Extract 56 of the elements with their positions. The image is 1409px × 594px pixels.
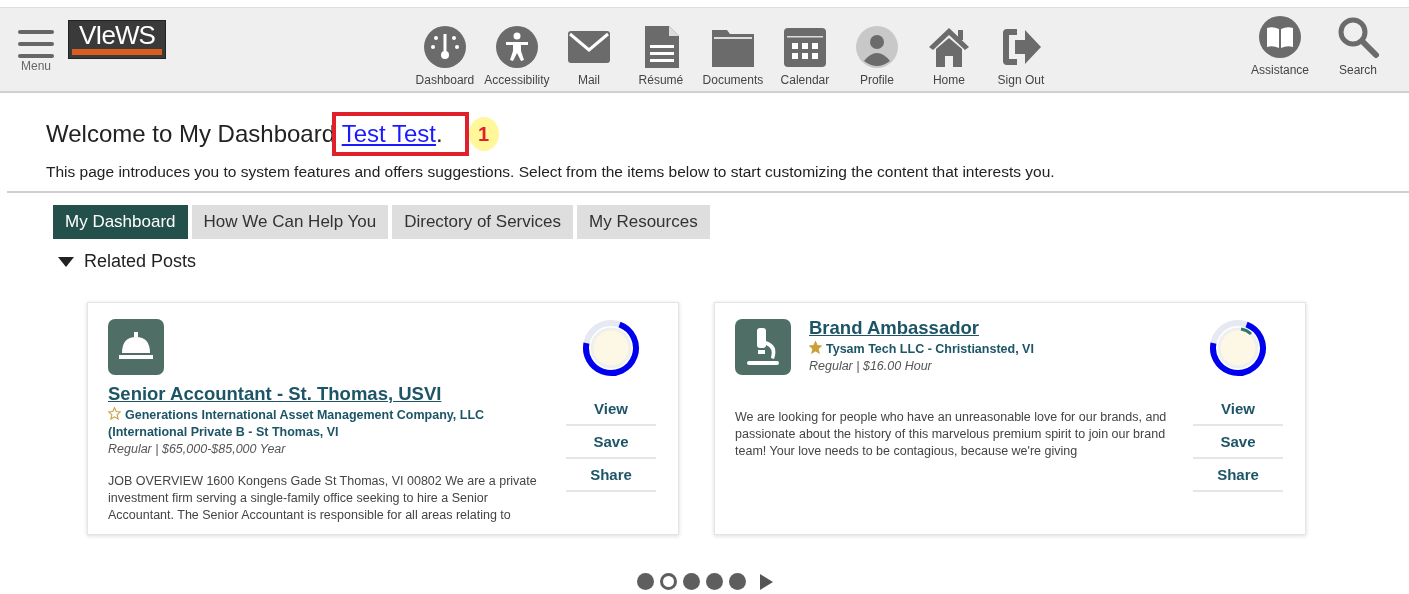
company-text: Generations International Asset Management Company, LLC (International Private B - St Thomas, VI — [108, 407, 486, 441]
progress-ring — [582, 319, 640, 377]
pager-dot[interactable] — [682, 573, 700, 590]
nav-item[interactable]: Sign Out — [987, 25, 1054, 87]
menu-icon — [18, 29, 54, 59]
tab[interactable]: My Resources — [577, 205, 710, 239]
profile-icon — [854, 25, 899, 69]
pager-dot[interactable] — [728, 573, 746, 590]
nav-item[interactable]: Documents — [699, 25, 766, 87]
user-name-link[interactable]: Test Test — [341, 120, 436, 147]
intro-text: This page introduces you to system features and offers suggestions. Select from the items below to start customizing the content that interests you. — [46, 163, 1056, 181]
tab[interactable]: My Dashboard — [53, 205, 188, 239]
assistance-button[interactable]: Assistance — [1247, 15, 1313, 77]
terms-text: Regular | $16.00 Hour — [809, 359, 933, 373]
action-link[interactable]: View — [1193, 393, 1283, 426]
star-icon[interactable] — [108, 407, 121, 420]
microscope-icon — [735, 319, 791, 375]
post-description: JOB OVERVIEW 1600 Kongens Gade St Thomas, VI 00802 We are a private investment firm serving a single-family office seeking to hire a Senior Accountant. The Senior Accountant is responsible for all areas relating to — [108, 473, 538, 524]
pager-dot[interactable] — [705, 573, 723, 590]
logo[interactable]: VIeWS — [68, 20, 166, 59]
dashboard-icon — [422, 25, 467, 69]
section-toggle[interactable]: Related Posts — [58, 251, 197, 272]
service-bell-icon — [108, 319, 164, 375]
star-icon[interactable] — [809, 341, 822, 354]
terms-text: Regular | $65,000-$85,000 Year — [108, 442, 287, 456]
callout-badge: 1 — [468, 117, 499, 151]
action-link[interactable]: Save — [566, 426, 656, 459]
nav-item[interactable]: Dashboard — [411, 25, 478, 87]
action-link[interactable]: View — [566, 393, 656, 426]
pager-dot[interactable] — [659, 573, 677, 590]
tab[interactable]: Directory of Services — [392, 205, 573, 239]
next-arrow-icon[interactable] — [759, 573, 773, 590]
search-button[interactable]: Search — [1325, 15, 1391, 77]
welcome-heading: Welcome to My Dashboard Test Test. — [46, 120, 443, 148]
nav-item[interactable]: Profile — [843, 25, 910, 87]
pager-dot[interactable] — [636, 573, 654, 590]
nav-item[interactable]: Mail — [555, 25, 622, 87]
post-title-link[interactable]: Senior Accountant - St. Thomas, USVI — [108, 383, 548, 405]
tab[interactable]: How We Can Help You — [191, 205, 389, 239]
action-link[interactable]: Share — [1193, 459, 1283, 492]
post-title-link[interactable]: Brand Ambassador — [809, 317, 1034, 339]
nav-item[interactable]: Résumé — [627, 25, 694, 87]
search-icon — [1336, 15, 1380, 59]
action-link[interactable]: Share — [566, 459, 656, 492]
nav-item[interactable]: Calendar — [771, 25, 838, 87]
accessibility-icon — [494, 25, 539, 69]
post-description: We are looking for people who have an unreasonable love for our brands, and passionate about the history of this marvelous premium spirit to join our brand team! Your love needs to be contagious, because we're giving — [735, 409, 1168, 460]
nav-item[interactable]: Accessibility — [483, 25, 550, 87]
calendar-icon — [782, 25, 827, 69]
company-text: Tysam Tech LLC - Christiansted, VI — [809, 341, 1034, 358]
menu-button[interactable]: Menu — [18, 29, 54, 73]
action-link[interactable]: Save — [1193, 426, 1283, 459]
nav-item[interactable]: Home — [915, 25, 982, 87]
book-icon — [1258, 15, 1302, 59]
caret-icon — [58, 256, 74, 267]
progress-ring — [1209, 319, 1267, 377]
